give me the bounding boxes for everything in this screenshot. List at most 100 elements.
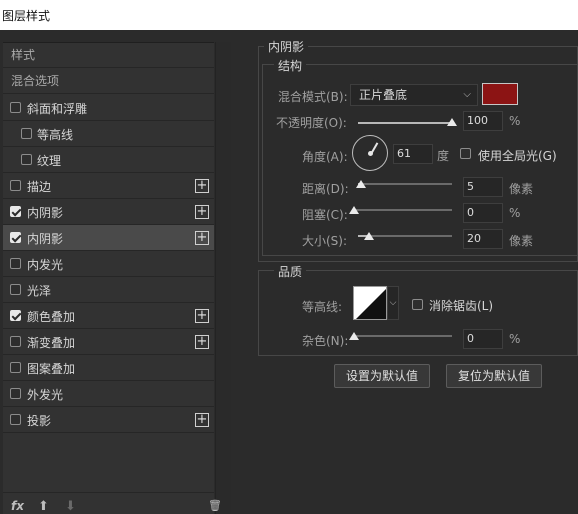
sidebar-item[interactable]: 颜色叠加 + (3, 303, 214, 329)
size-slider-thumb[interactable] (364, 232, 375, 240)
dialog-title: 图层样式 (2, 9, 51, 23)
sidebar-item-label: 纹理 (37, 154, 62, 168)
sidebar-item-label: 描边 (27, 180, 52, 194)
opacity-label: 不透明度(O): (276, 116, 347, 130)
sidebar-item-checkbox[interactable] (10, 232, 21, 243)
reset-default-button[interactable]: 复位为默认值 (446, 364, 542, 388)
sidebar-item-checkbox[interactable] (10, 102, 21, 113)
distance-label: 距离(D): (302, 182, 349, 196)
angle-input[interactable]: 61 (393, 144, 433, 164)
inner-shadow-panel: 内阴影 结构 混合模式(B): 正片叠底 ⌵ 不透明度(O): 100 % 角度… (248, 38, 578, 514)
sidebar-toolbar: fx ⬆ ⬇ 🗑 (3, 492, 222, 514)
size-label: 大小(S): (302, 234, 348, 248)
sidebar-item[interactable]: 投影 + (3, 407, 214, 433)
noise-input[interactable]: 0 (463, 329, 503, 349)
blend-mode-select[interactable]: 正片叠底 ⌵ (350, 84, 478, 106)
sidebar-item[interactable]: 描边 + (3, 173, 214, 199)
make-default-button[interactable]: 设置为默认值 (334, 364, 430, 388)
opacity-slider-thumb[interactable] (447, 118, 457, 126)
structure-title: 结构 (274, 57, 307, 74)
noise-slider-thumb[interactable] (349, 332, 359, 340)
trash-icon[interactable]: 🗑 (208, 499, 222, 512)
choke-label: 阻塞(C): (302, 208, 348, 222)
contour-preview-icon[interactable] (353, 286, 387, 320)
sidebar-item-checkbox[interactable] (21, 128, 32, 139)
sidebar-item-checkbox[interactable] (10, 414, 21, 425)
angle-unit: 度 (437, 149, 450, 163)
distance-slider-thumb[interactable] (355, 180, 366, 188)
sidebar-item-label: 图案叠加 (27, 362, 76, 376)
opacity-unit: % (509, 114, 521, 128)
distance-slider[interactable] (358, 183, 452, 185)
sidebar-item[interactable]: 内阴影 + (3, 225, 214, 251)
chevron-down-icon: ⌵ (463, 89, 471, 100)
sidebar-item-checkbox[interactable] (10, 180, 21, 191)
sidebar-item-label: 投影 (27, 414, 52, 428)
angle-dial-icon[interactable] (352, 135, 388, 171)
sidebar-item-checkbox[interactable] (10, 388, 21, 399)
shadow-color-swatch[interactable] (482, 83, 518, 105)
choke-input[interactable]: 0 (463, 203, 503, 223)
sidebar-item[interactable]: 纹理 (3, 147, 214, 173)
sidebar-blending-options[interactable]: 混合选项 (3, 69, 214, 94)
sidebar-item-label: 外发光 (27, 388, 64, 402)
choke-slider-thumb[interactable] (349, 206, 359, 214)
sidebar-item-label: 内阴影 (27, 206, 64, 220)
add-effect-plus-icon[interactable]: + (195, 179, 209, 193)
add-effect-plus-icon[interactable]: + (195, 335, 209, 349)
sidebar-item-label: 内发光 (27, 258, 64, 272)
anti-alias-label: 消除锯齿(L) (429, 299, 494, 313)
add-effect-plus-icon[interactable]: + (195, 309, 209, 323)
move-up-icon[interactable]: ⬆ (38, 499, 49, 514)
sidebar-item[interactable]: 内阴影 + (3, 199, 214, 225)
sidebar-item-checkbox[interactable] (10, 284, 21, 295)
sidebar-item[interactable]: 斜面和浮雕 (3, 95, 214, 121)
contour-dropdown-chevron-icon[interactable]: ⌵ (387, 286, 399, 320)
blend-mode-label: 混合模式(B): (278, 90, 348, 104)
sidebar-item-checkbox[interactable] (10, 362, 21, 373)
sidebar-item-checkbox[interactable] (10, 206, 21, 217)
sidebar-item-checkbox[interactable] (21, 154, 32, 165)
sidebar-item-label: 内阴影 (27, 232, 64, 246)
sidebar-item-label: 渐变叠加 (27, 336, 76, 350)
sidebar-item[interactable]: 等高线 (3, 121, 214, 147)
choke-unit: % (509, 206, 521, 220)
blend-mode-value: 正片叠底 (359, 88, 408, 102)
panel-title: 内阴影 (264, 38, 309, 55)
noise-label: 杂色(N): (302, 334, 349, 348)
sidebar-item-checkbox[interactable] (10, 310, 21, 321)
sidebar-item[interactable]: 图案叠加 (3, 355, 214, 381)
choke-slider[interactable] (354, 209, 452, 211)
contour-label: 等高线: (302, 300, 343, 314)
sidebar-item[interactable]: 内发光 (3, 251, 214, 277)
opacity-slider[interactable] (358, 122, 452, 124)
noise-slider[interactable] (354, 335, 452, 337)
dialog-titlebar: 图层样式 (0, 0, 578, 30)
sidebar-item-checkbox[interactable] (10, 336, 21, 347)
sidebar-item-label: 斜面和浮雕 (27, 102, 88, 116)
anti-alias-checkbox[interactable] (412, 299, 423, 310)
opacity-input[interactable]: 100 (463, 111, 503, 131)
move-down-icon[interactable]: ⬇ (65, 499, 76, 514)
sidebar-scroll-area (215, 42, 231, 514)
distance-input[interactable]: 5 (463, 177, 503, 197)
sidebar-item-label: 颜色叠加 (27, 310, 76, 324)
noise-unit: % (509, 332, 521, 346)
angle-label: 角度(A): (302, 150, 348, 164)
sidebar-styles-header[interactable]: 样式 (3, 43, 214, 68)
sidebar-item-label: 光泽 (27, 284, 52, 298)
distance-unit: 像素 (509, 182, 534, 196)
global-light-checkbox[interactable] (460, 148, 471, 159)
add-effect-plus-icon[interactable]: + (195, 231, 209, 245)
size-input[interactable]: 20 (463, 229, 503, 249)
global-light-label: 使用全局光(G) (478, 149, 557, 163)
size-unit: 像素 (509, 234, 534, 248)
add-effect-plus-icon[interactable]: + (195, 413, 209, 427)
styles-sidebar: 样式 混合选项 斜面和浮雕 等高线 纹理 描边 + 内阴影 + 内阴影 + 内发光 光泽 颜色叠加 + 渐… (3, 42, 214, 514)
add-effect-plus-icon[interactable]: + (195, 205, 209, 219)
sidebar-item[interactable]: 光泽 (3, 277, 214, 303)
fx-icon[interactable]: fx (11, 499, 24, 513)
sidebar-item[interactable]: 渐变叠加 + (3, 329, 214, 355)
sidebar-item-checkbox[interactable] (10, 258, 21, 269)
sidebar-item[interactable]: 外发光 (3, 381, 214, 407)
